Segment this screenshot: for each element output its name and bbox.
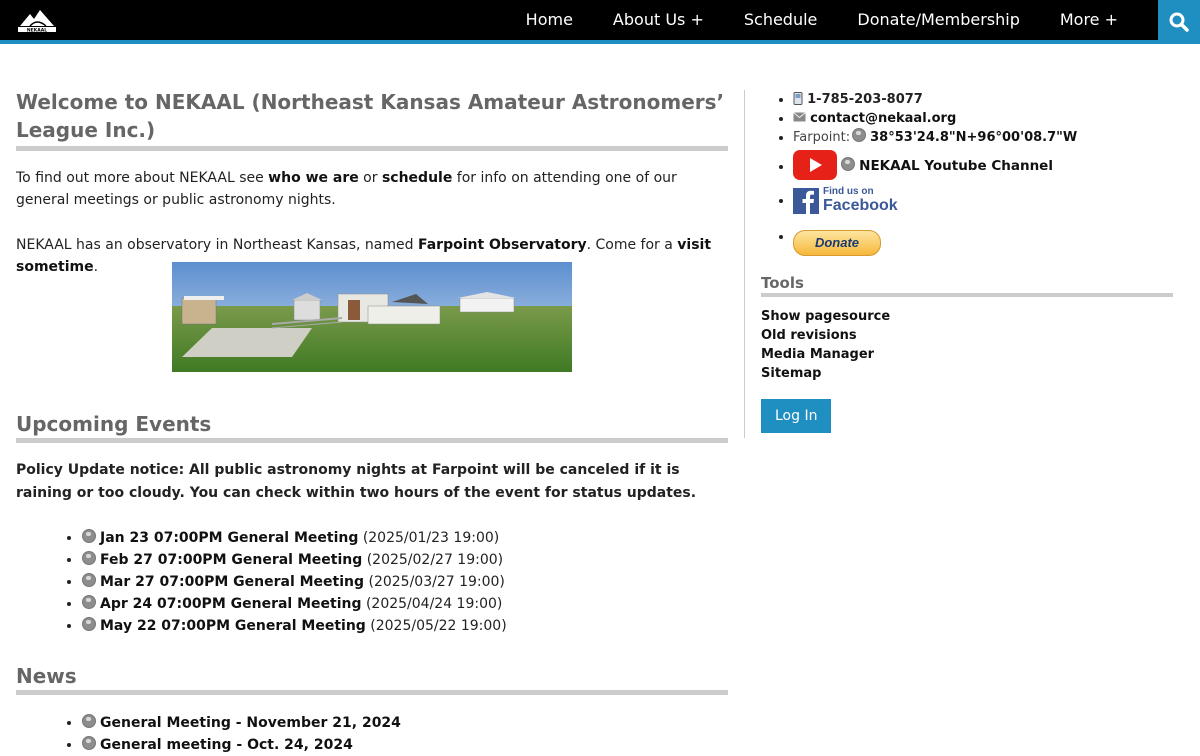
event-link[interactable]: May 22 07:00PM General Meeting	[100, 618, 366, 634]
event-link[interactable]: Feb 27 07:00PM General Meeting	[100, 552, 362, 568]
farpoint-observatory-link[interactable]: Farpoint Observatory	[418, 237, 587, 253]
email-link[interactable]: contact@nekaal.org	[810, 111, 956, 126]
globe-icon	[841, 157, 856, 171]
event-item: Mar 27 07:00PM General Meeting (2025/03/…	[82, 571, 728, 593]
phone-item: 1-785-203-8077	[793, 90, 1173, 109]
tool-show-pagesource[interactable]: Show pagesource	[761, 307, 1173, 326]
news-heading: News	[16, 662, 728, 695]
event-item: Apr 24 07:00PM General Meeting (2025/04/…	[82, 593, 728, 615]
sidebar-divider	[744, 90, 745, 438]
nav-home[interactable]: Home	[506, 0, 593, 40]
top-nav-bar: NEKAAL Home About Us + Schedule Donate/M…	[0, 0, 1200, 44]
intro-paragraph: To find out more about NEKAAL see who we…	[16, 170, 677, 208]
farpoint-coords-item: Farpoint:38°53'24.8"N+96°00'08.7"W	[793, 128, 1173, 147]
farpoint-observatory-photo	[172, 262, 572, 372]
login-button[interactable]: Log In	[761, 399, 832, 433]
globe-icon	[82, 551, 96, 565]
news-item: General Meeting - November 21, 2024	[82, 712, 728, 734]
nekaal-logo[interactable]: NEKAAL	[16, 6, 58, 34]
youtube-icon[interactable]	[793, 150, 837, 180]
email-item: contact@nekaal.org	[793, 109, 1173, 128]
logo-text: NEKAAL	[27, 28, 47, 34]
who-we-are-link[interactable]: who we are	[268, 170, 359, 186]
main-content: Welcome to NEKAAL (Northeast Kansas Amat…	[16, 88, 728, 756]
globe-icon	[82, 573, 96, 587]
search-button[interactable]	[1158, 0, 1200, 44]
globe-icon	[82, 736, 96, 750]
search-icon	[1169, 12, 1189, 32]
event-link[interactable]: Jan 23 07:00PM General Meeting	[100, 530, 358, 546]
event-item: Jan 23 07:00PM General Meeting (2025/01/…	[82, 527, 728, 549]
tool-sitemap[interactable]: Sitemap	[761, 364, 1173, 383]
tool-old-revisions[interactable]: Old revisions	[761, 326, 1173, 345]
events-list: Jan 23 07:00PM General Meeting (2025/01/…	[16, 527, 728, 637]
main-nav: Home About Us + Schedule Donate/Membersh…	[506, 0, 1138, 40]
globe-icon	[82, 714, 96, 728]
news-item: General meeting - Oct. 24, 2024	[82, 734, 728, 756]
schedule-link[interactable]: schedule	[382, 170, 452, 186]
facebook-item: Find us on Facebook	[793, 186, 1173, 225]
youtube-item: NEKAAL Youtube Channel	[793, 150, 1173, 182]
sidebar: 1-785-203-8077 contact@nekaal.org Farpoi…	[761, 90, 1173, 433]
nav-about-us[interactable]: About Us +	[593, 0, 724, 40]
upcoming-events-heading: Upcoming Events	[16, 410, 728, 443]
youtube-channel-link[interactable]: NEKAAL Youtube Channel	[859, 158, 1053, 174]
contact-list: 1-785-203-8077 contact@nekaal.org Farpoi…	[761, 90, 1173, 256]
phone-icon	[793, 92, 803, 105]
page-title: Welcome to NEKAAL (Northeast Kansas Amat…	[16, 88, 728, 151]
event-link[interactable]: Apr 24 07:00PM General Meeting	[100, 596, 362, 612]
news-list: General Meeting - November 21, 2024 Gene…	[16, 712, 728, 756]
donate-button[interactable]: Donate	[793, 230, 881, 256]
event-link[interactable]: Mar 27 07:00PM General Meeting	[100, 574, 364, 590]
facebook-link[interactable]: Find us on Facebook	[793, 186, 898, 225]
news-link[interactable]: General meeting - Oct. 24, 2024	[100, 737, 353, 753]
coordinates-link[interactable]: 38°53'24.8"N+96°00'08.7"W	[870, 130, 1077, 145]
tools-list: Show pagesource Old revisions Media Mana…	[761, 307, 1173, 383]
globe-icon	[82, 529, 96, 543]
nav-schedule[interactable]: Schedule	[724, 0, 838, 40]
globe-icon	[82, 617, 96, 631]
news-link[interactable]: General Meeting - November 21, 2024	[100, 715, 401, 731]
tool-media-manager[interactable]: Media Manager	[761, 345, 1173, 364]
globe-icon	[82, 595, 96, 609]
donate-item: Donate	[793, 227, 1173, 256]
facebook-icon	[793, 188, 819, 214]
nav-more[interactable]: More +	[1040, 0, 1138, 40]
nav-donate-membership[interactable]: Donate/Membership	[837, 0, 1039, 40]
event-item: May 22 07:00PM General Meeting (2025/05/…	[82, 615, 728, 637]
event-item: Feb 27 07:00PM General Meeting (2025/02/…	[82, 549, 728, 571]
policy-notice: Policy Update notice: All public astrono…	[16, 462, 697, 501]
envelope-icon	[793, 112, 806, 122]
globe-icon	[852, 128, 867, 142]
tools-heading: Tools	[761, 273, 1173, 297]
